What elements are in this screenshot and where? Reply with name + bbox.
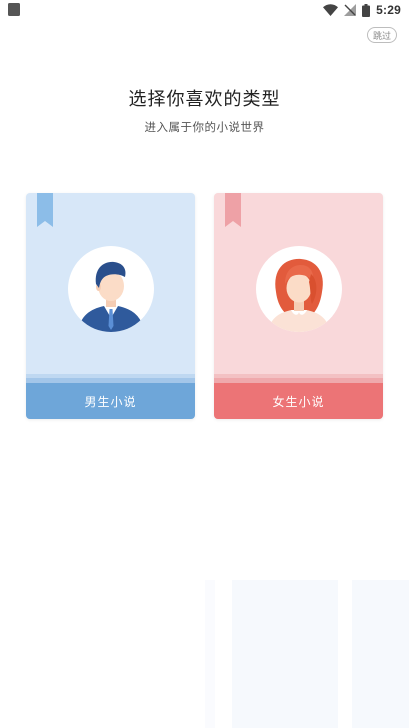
wifi-icon [323, 4, 339, 16]
notification-icon [8, 3, 20, 16]
clock-time: 5:29 [376, 3, 401, 17]
female-novel-card[interactable]: 女生小说 [214, 193, 383, 419]
female-novel-button[interactable]: 女生小说 [214, 383, 383, 419]
background-decoration [232, 580, 338, 728]
page-title: 选择你喜欢的类型 [128, 89, 281, 110]
bookmark-icon [37, 193, 53, 227]
background-decoration [205, 580, 215, 728]
male-avatar-icon [68, 246, 154, 332]
status-bar: 5:29 [0, 0, 409, 20]
skip-button[interactable]: 跳过 [367, 27, 397, 43]
background-decoration [352, 580, 409, 728]
no-signal-icon [344, 4, 357, 16]
female-avatar-icon [256, 246, 342, 332]
male-novel-button[interactable]: 男生小说 [26, 383, 195, 419]
battery-icon [362, 3, 371, 17]
male-novel-card[interactable]: 男生小说 [26, 193, 195, 419]
page-subtitle: 进入属于你的小说世界 [144, 120, 265, 134]
screen: 5:29 跳过 选择你喜欢的类型 进入属于你的小说世界 男生小说 女生小说 [0, 0, 409, 728]
bookmark-icon [225, 193, 241, 227]
status-icons: 5:29 [323, 1, 401, 19]
